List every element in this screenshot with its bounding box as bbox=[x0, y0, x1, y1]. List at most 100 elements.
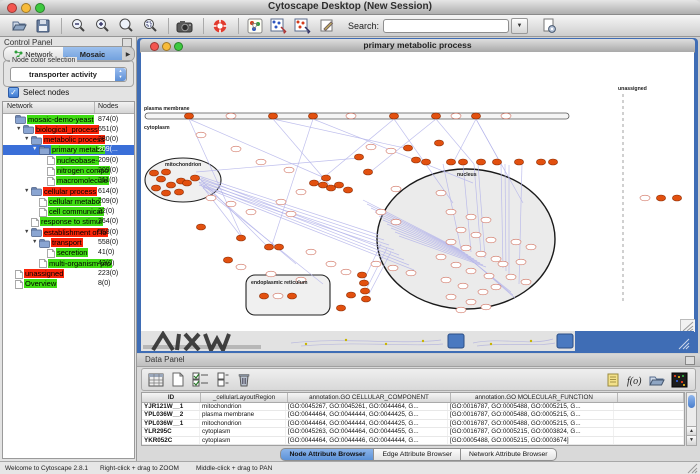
graph-node[interactable] bbox=[446, 239, 456, 245]
graph-node-selected[interactable] bbox=[259, 293, 268, 299]
zoom-in-icon[interactable] bbox=[91, 17, 113, 35]
tree-row[interactable]: nitrogen compo209(0) bbox=[3, 165, 134, 175]
graph-node[interactable] bbox=[366, 144, 376, 150]
tree-row[interactable]: secretion41(0) bbox=[3, 248, 134, 258]
network-view-titlebar[interactable]: primary metabolic process bbox=[140, 39, 695, 53]
tab-node-attribute-browser[interactable]: Node Attribute Browser bbox=[280, 448, 374, 461]
graph-node-selected[interactable] bbox=[236, 235, 245, 241]
table-vscrollbar[interactable]: ▲ ▼ bbox=[686, 392, 697, 446]
window-titlebar[interactable]: Cytoscape Desktop (New Session) bbox=[0, 0, 700, 15]
table-vscroll-thumb[interactable] bbox=[688, 395, 695, 408]
graph-node-selected[interactable] bbox=[151, 185, 160, 191]
scroll-down-icon[interactable]: ▼ bbox=[687, 435, 696, 445]
graph-node-selected[interactable] bbox=[492, 159, 501, 165]
graph-node-selected[interactable] bbox=[361, 296, 370, 302]
tree-row[interactable]: ▼transport558(0) bbox=[3, 238, 134, 248]
save-session-icon[interactable] bbox=[32, 17, 54, 35]
function-builder-icon[interactable]: f(o) bbox=[625, 370, 645, 389]
tree-row[interactable]: ▼establishment of lo558(0) bbox=[3, 227, 134, 237]
graph-node[interactable] bbox=[436, 254, 446, 260]
graph-node[interactable] bbox=[478, 289, 488, 295]
notepad-icon[interactable] bbox=[603, 370, 623, 389]
node-color-dropdown[interactable]: transporter activity ▲▼ bbox=[10, 67, 127, 82]
graph-node-selected[interactable] bbox=[656, 195, 665, 201]
table-row[interactable]: YPL036W__1mitochondrion[GO:0044464, GO:0… bbox=[142, 420, 684, 428]
tree-row[interactable]: ▼primary metabo209(... bbox=[3, 145, 134, 155]
tree-row[interactable]: Overview8(0) bbox=[3, 279, 134, 289]
graph-node-selected[interactable] bbox=[360, 288, 369, 294]
graph-node[interactable] bbox=[284, 167, 294, 173]
data-panel-header[interactable]: Data Panel bbox=[137, 354, 700, 367]
expand-triangle-icon[interactable]: ▼ bbox=[32, 146, 37, 152]
graph-node-selected[interactable] bbox=[184, 113, 193, 119]
tree-row[interactable]: ▼cellular process614(0) bbox=[3, 186, 134, 196]
network-canvas[interactable]: plasma membranecytoplasmmitochondrionnuc… bbox=[141, 52, 694, 331]
column-header[interactable]: annotation.GO MOLECULAR_FUNCTION bbox=[451, 393, 618, 402]
snapshot-icon[interactable] bbox=[174, 17, 196, 35]
graph-node-selected[interactable] bbox=[514, 159, 523, 165]
graph-node-selected[interactable] bbox=[149, 170, 158, 176]
help-icon[interactable] bbox=[209, 17, 231, 35]
graph-node[interactable] bbox=[486, 237, 496, 243]
graph-node[interactable] bbox=[498, 261, 508, 267]
vizmapper-icon[interactable] bbox=[244, 17, 266, 35]
expand-triangle-icon[interactable]: ▼ bbox=[24, 136, 29, 142]
graph-node[interactable] bbox=[461, 245, 471, 251]
graph-node[interactable] bbox=[231, 146, 241, 152]
graph-node-selected[interactable] bbox=[161, 169, 170, 175]
graph-node-selected[interactable] bbox=[268, 113, 277, 119]
graph-node-selected[interactable] bbox=[354, 154, 363, 160]
expand-triangle-icon[interactable]: ▼ bbox=[24, 188, 29, 194]
graph-node-selected[interactable] bbox=[458, 159, 467, 165]
tab-edge-attribute-browser[interactable]: Edge Attribute Browser bbox=[374, 448, 461, 461]
graph-node-selected[interactable] bbox=[166, 182, 175, 188]
tree-row[interactable]: mosaic-demo-yeast874(0) bbox=[3, 114, 134, 124]
select-attributes-icon[interactable] bbox=[190, 370, 210, 389]
graph-node-selected[interactable] bbox=[336, 305, 345, 311]
unselect-attributes-icon[interactable] bbox=[212, 370, 232, 389]
graph-node-selected[interactable] bbox=[190, 175, 199, 181]
graph-node-selected[interactable] bbox=[264, 244, 273, 250]
graph-node[interactable] bbox=[451, 262, 461, 268]
new-attribute-icon[interactable] bbox=[168, 370, 188, 389]
column-header[interactable]: annotation.GO CELLULAR_COMPONENT bbox=[288, 393, 451, 402]
graph-edge[interactable] bbox=[271, 119, 313, 248]
attribute-table-icon[interactable] bbox=[146, 370, 166, 389]
tree-row[interactable]: cellular metabo209(0) bbox=[3, 196, 134, 206]
graph-node[interactable] bbox=[391, 186, 401, 192]
column-header[interactable]: _cellularLayoutRegion bbox=[201, 393, 288, 402]
tree-row[interactable]: ▼metabolic process280(0) bbox=[3, 135, 134, 145]
search-options-icon[interactable] bbox=[538, 17, 560, 35]
graph-node[interactable] bbox=[516, 259, 526, 265]
table-row[interactable]: YPL036W__2plasma membrane[GO:0044464, GO… bbox=[142, 411, 684, 419]
tree-row[interactable]: cell communicat22(0) bbox=[3, 207, 134, 217]
graph-node[interactable] bbox=[286, 211, 296, 217]
data-panel-float-icon[interactable] bbox=[685, 356, 695, 365]
mosaic-matrix-icon[interactable] bbox=[669, 370, 689, 389]
search-input[interactable] bbox=[383, 19, 509, 33]
graph-node[interactable] bbox=[246, 209, 256, 215]
graph-node[interactable] bbox=[256, 159, 266, 165]
tree-row[interactable]: ▼biological_process651(0) bbox=[3, 124, 134, 134]
table-row[interactable]: YDR039C__1mitochondrion[GO:0044464, GO:0… bbox=[142, 445, 684, 446]
graph-node[interactable] bbox=[506, 274, 516, 280]
graph-node[interactable] bbox=[466, 299, 476, 305]
graph-node[interactable] bbox=[458, 283, 468, 289]
graph-node[interactable] bbox=[471, 232, 481, 238]
graph-node[interactable] bbox=[226, 113, 236, 119]
graph-node-selected[interactable] bbox=[672, 195, 681, 201]
graph-node-selected[interactable] bbox=[476, 159, 485, 165]
graph-node[interactable] bbox=[466, 214, 476, 220]
graph-node[interactable] bbox=[196, 132, 206, 138]
graph-node[interactable] bbox=[326, 261, 336, 267]
graph-node-selected[interactable] bbox=[548, 159, 557, 165]
graph-node-selected[interactable] bbox=[161, 190, 170, 196]
hscroll-thumb[interactable] bbox=[448, 334, 464, 348]
graph-node[interactable] bbox=[273, 293, 283, 299]
graph-node[interactable] bbox=[226, 201, 236, 207]
graph-node-selected[interactable] bbox=[346, 292, 355, 298]
graph-node[interactable] bbox=[306, 249, 316, 255]
graph-node[interactable] bbox=[640, 195, 650, 201]
table-row[interactable]: YLR295Ccytoplasm[GO:0045263, GO:0044464,… bbox=[142, 428, 684, 436]
graph-node-selected[interactable] bbox=[182, 180, 191, 186]
